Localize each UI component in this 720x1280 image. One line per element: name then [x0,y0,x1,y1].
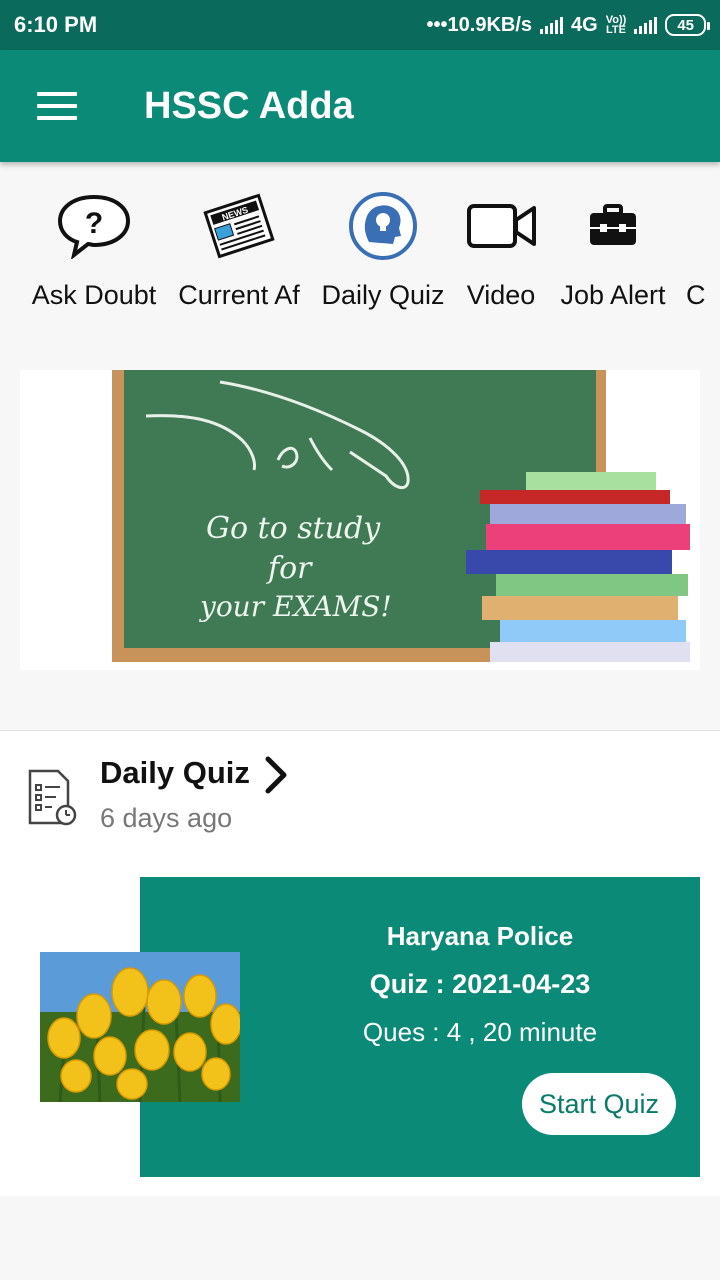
category-label: C [686,280,706,310]
category-strip[interactable]: ? Ask Doubt NEWS Current Af Daily Quiz V… [0,186,720,326]
signal-icon [540,16,564,34]
network-type: 4G [571,13,598,36]
quiz-list-icon [26,767,78,827]
question-bubble-icon: ? [54,186,134,266]
banner-line-2: for [266,551,313,586]
category-label: Job Alert [560,280,666,310]
category-label: Current Af [178,280,300,310]
daily-quiz-section: Daily Quiz 6 days ago Haryana Police Qui… [0,730,720,1196]
lightbulb-head-icon [343,186,423,266]
status-bar: 6:10 PM •••10.9KB/s 4G Vo)) LTE 45 [0,0,720,50]
category-daily-quiz[interactable]: Daily Quiz [320,186,446,311]
banner-line-3: your EXAMS! [198,590,392,623]
app-title: HSSC Adda [144,84,354,127]
quiz-date: Quiz : 2021-04-23 [369,969,591,999]
svg-text:?: ? [85,207,103,240]
battery-level: 45 [677,16,694,34]
briefcase-icon [573,186,653,266]
category-label: Ask Doubt [31,280,157,310]
newspaper-icon: NEWS [199,186,279,266]
quiz-thumbnail-image [40,952,240,1102]
video-camera-icon [462,186,542,266]
banner-line-1: Go to study [206,511,381,546]
hamburger-menu-icon[interactable] [37,92,77,120]
category-partial[interactable]: C [686,186,720,311]
category-current-affairs[interactable]: NEWS Current Af [176,186,302,311]
banner-image[interactable]: Go to study for your EXAMS! [20,370,700,670]
app-bar: HSSC Adda [0,50,720,162]
category-ask-doubt[interactable]: ? Ask Doubt [30,186,158,311]
start-quiz-button[interactable]: Start Quiz [522,1073,676,1135]
volte-icon: Vo)) LTE [605,14,627,36]
chevron-right-icon[interactable] [262,753,292,797]
quiz-details: Ques : 4 , 20 minute [362,1017,598,1047]
category-job-alert[interactable]: Job Alert [554,186,672,311]
category-label: Daily Quiz [321,280,445,310]
status-indicators: •••10.9KB/s 4G Vo)) LTE 45 [426,13,710,37]
status-time: 6:10 PM [14,12,98,37]
category-video[interactable]: Video [462,186,540,311]
signal-icon-2 [634,16,658,34]
battery-icon: 45 [665,14,710,36]
quiz-exam-name: Haryana Police [386,921,574,951]
category-label: Video [466,280,536,310]
section-title: Daily Quiz [100,755,250,790]
network-speed: •••10.9KB/s [426,13,533,36]
section-time-ago: 6 days ago [100,803,233,833]
